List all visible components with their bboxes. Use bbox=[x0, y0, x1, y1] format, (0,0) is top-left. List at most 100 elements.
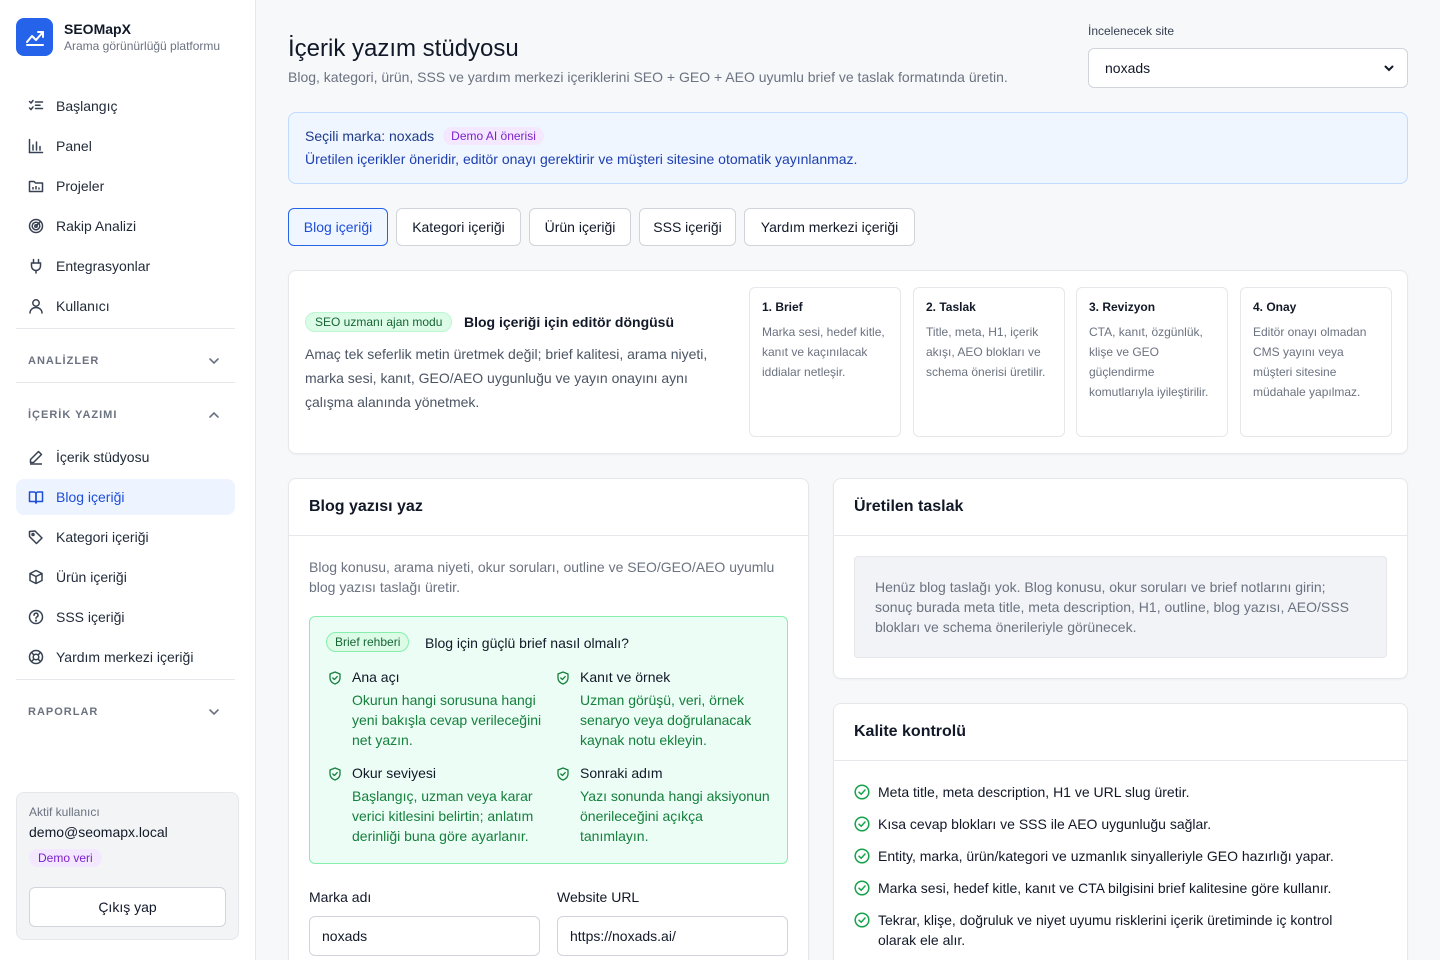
sidebar-item-sss-icerigi[interactable]: SSS içeriği bbox=[16, 599, 235, 635]
demo-ai-badge: Demo AI önerisi bbox=[443, 127, 544, 145]
shield-check-icon bbox=[329, 767, 341, 781]
demo-data-badge: Demo veri bbox=[29, 849, 102, 867]
section-icerik-yazimi[interactable]: İÇERİK YAZIMI bbox=[16, 403, 235, 427]
sidebar-item-label: Projeler bbox=[56, 178, 105, 194]
site-select-value: noxads bbox=[1105, 60, 1151, 76]
brand[interactable]: SEOMapX Arama görünürlüğü platformu bbox=[16, 18, 220, 56]
brief-guide-title: Blog için güçlü brief nasıl olmalı? bbox=[425, 635, 629, 651]
step-text: Title, meta, H1, içerik akışı, AEO blokl… bbox=[926, 325, 1046, 379]
sidebar-item-label: Blog içeriği bbox=[56, 489, 125, 505]
quality-item-text: Kısa cevap blokları ve SSS ile AEO uygun… bbox=[878, 816, 1212, 832]
website-url-label: Website URL bbox=[557, 889, 640, 905]
sidebar-item-entegrasyonlar[interactable]: Entegrasyonlar bbox=[16, 248, 235, 284]
shield-check-icon bbox=[329, 671, 341, 685]
sidebar-item-urun-icerigi[interactable]: Ürün içeriği bbox=[16, 559, 235, 595]
step-card: 2. Taslak Title, meta, H1, içerik akışı,… bbox=[913, 287, 1065, 437]
sidebar-item-blog-icerigi[interactable]: Blog içeriği bbox=[16, 479, 235, 515]
tip-title: Ana açı bbox=[352, 669, 400, 685]
brief-tip: Okur seviyesi Başlangıç, uzman veya kara… bbox=[328, 765, 543, 846]
folder-icon bbox=[28, 180, 44, 193]
quality-item-text: Entity, marka, ürün/kategori ve uzmanlık… bbox=[878, 848, 1334, 864]
check-circle-icon bbox=[854, 848, 870, 864]
tip-text: Okurun hangi sorusuna hangi yeni bakışla… bbox=[352, 692, 542, 748]
brand-logo-icon bbox=[16, 18, 53, 56]
section-label: İÇERİK YAZIMI bbox=[28, 409, 118, 421]
agent-mode-badge: SEO uzmanı ajan modu bbox=[305, 312, 453, 332]
tip-text: Başlangıç, uzman veya karar verici kitle… bbox=[352, 788, 534, 844]
sidebar-divider bbox=[16, 382, 235, 383]
check-circle-icon bbox=[854, 784, 870, 800]
tip-text: Yazı sonunda hangi aksiyonun önerileceği… bbox=[580, 788, 770, 844]
sidebar-item-baslangic[interactable]: Başlangıç bbox=[16, 88, 235, 124]
check-circle-icon bbox=[854, 880, 870, 896]
quality-item: Marka sesi, hedef kitle, kanıt ve CTA bi… bbox=[854, 878, 1374, 898]
brief-tip: Ana açı Okurun hangi sorusuna hangi yeni… bbox=[328, 669, 543, 750]
step-card: 4. Onay Editör onayı olmadan CMS yayını … bbox=[1240, 287, 1392, 437]
logout-button[interactable]: Çıkış yap bbox=[29, 887, 226, 927]
sidebar-item-kategori-icerigi[interactable]: Kategori içeriği bbox=[16, 519, 235, 555]
tip-title: Okur seviyesi bbox=[352, 765, 437, 781]
page-subtitle: Blog, kategori, ürün, SSS ve yardım merk… bbox=[288, 69, 1008, 85]
sidebar-item-label: Başlangıç bbox=[56, 98, 118, 114]
brand-name-input[interactable] bbox=[309, 916, 540, 956]
shield-check-icon bbox=[557, 671, 569, 685]
step-text: CTA, kanıt, özgünlük, klişe ve GEO güçle… bbox=[1089, 325, 1209, 399]
box-icon bbox=[29, 569, 43, 585]
sidebar-item-label: İçerik stüdyosu bbox=[56, 449, 150, 465]
sidebar-item-label: SSS içeriği bbox=[56, 609, 125, 625]
tab-blog-icerigi[interactable]: Blog içeriği bbox=[288, 208, 388, 246]
generated-draft-title: Üretilen taslak bbox=[834, 479, 1407, 536]
sidebar-item-label: Yardım merkezi içeriği bbox=[56, 649, 194, 665]
question-icon bbox=[28, 609, 44, 625]
blog-form-card: Blog yazısı yaz Blog konusu, arama niyet… bbox=[288, 478, 809, 960]
tip-title: Sonraki adım bbox=[580, 765, 663, 781]
site-select-label: İncelenecek site bbox=[1088, 24, 1175, 38]
editor-cycle-title: Blog içeriği için editör döngüsü bbox=[464, 314, 675, 330]
site-select[interactable]: noxads bbox=[1088, 48, 1408, 88]
editor-cycle-description: Amaç tek seferlik metin üretmek değil; b… bbox=[305, 346, 708, 410]
website-url-input[interactable] bbox=[557, 916, 788, 956]
blog-form-title: Blog yazısı yaz bbox=[289, 479, 808, 536]
sidebar-item-rakip-analizi[interactable]: Rakip Analizi bbox=[16, 208, 235, 244]
user-icon bbox=[29, 299, 43, 314]
quality-item: Meta title, meta description, H1 ve URL … bbox=[854, 782, 1374, 802]
step-title: 1. Brief bbox=[762, 300, 803, 314]
step-card: 1. Brief Marka sesi, hedef kitle, kanıt … bbox=[749, 287, 901, 437]
sidebar-item-kullanici[interactable]: Kullanıcı bbox=[16, 288, 235, 324]
section-analizler[interactable]: ANALİZLER bbox=[16, 349, 235, 373]
tab-kategori-icerigi[interactable]: Kategori içeriği bbox=[396, 208, 521, 246]
plug-icon bbox=[30, 258, 42, 274]
sidebar-divider bbox=[16, 679, 235, 680]
sidebar-item-label: Ürün içeriği bbox=[56, 569, 127, 585]
section-label: RAPORLAR bbox=[28, 706, 99, 718]
empty-draft-message: Henüz blog taslağı yok. Blog konusu, oku… bbox=[854, 556, 1387, 658]
brief-guide-badge: Brief rehberi bbox=[326, 632, 410, 652]
tab-sss-icerigi[interactable]: SSS içeriği bbox=[639, 208, 736, 246]
sidebar-item-label: Panel bbox=[56, 138, 92, 154]
tab-yardim-merkezi-icerigi[interactable]: Yardım merkezi içeriği bbox=[744, 208, 915, 246]
sidebar-item-icerik-studyosu[interactable]: İçerik stüdyosu bbox=[16, 439, 235, 475]
tip-text: Uzman görüşü, veri, örnek senaryo veya d… bbox=[580, 692, 752, 748]
section-raporlar[interactable]: RAPORLAR bbox=[16, 700, 235, 724]
sidebar-item-label: Entegrasyonlar bbox=[56, 258, 151, 274]
sidebar-item-label: Kullanıcı bbox=[56, 298, 110, 314]
chevron-down-icon bbox=[209, 358, 219, 365]
quality-item-text: Marka sesi, hedef kitle, kanıt ve CTA bi… bbox=[878, 880, 1332, 896]
sidebar-item-panel[interactable]: Panel bbox=[16, 128, 235, 164]
selected-brand-title: Seçili marka: noxads bbox=[305, 128, 435, 144]
user-email: demo@seomapx.local bbox=[29, 824, 168, 840]
sidebar-item-label: Kategori içeriği bbox=[56, 529, 149, 545]
radar-icon bbox=[28, 218, 44, 234]
checklist-icon bbox=[28, 99, 44, 111]
brand-name: SEOMapX bbox=[64, 21, 131, 37]
brief-tip: Kanıt ve örnek Uzman görüşü, veri, örnek… bbox=[556, 669, 771, 750]
generated-draft-card: Üretilen taslak Henüz blog taslağı yok. … bbox=[833, 478, 1408, 679]
sidebar-item-projeler[interactable]: Projeler bbox=[16, 168, 235, 204]
shield-check-icon bbox=[557, 767, 569, 781]
sidebar-item-yardim-merkezi[interactable]: Yardım merkezi içeriği bbox=[16, 639, 235, 675]
tab-urun-icerigi[interactable]: Ürün içeriği bbox=[529, 208, 631, 246]
notice-text: Üretilen içerikler öneridir, editör onay… bbox=[305, 151, 858, 167]
brief-tip: Sonraki adım Yazı sonunda hangi aksiyonu… bbox=[556, 765, 771, 846]
sidebar-divider bbox=[16, 328, 235, 329]
bar-chart-icon bbox=[28, 138, 44, 154]
